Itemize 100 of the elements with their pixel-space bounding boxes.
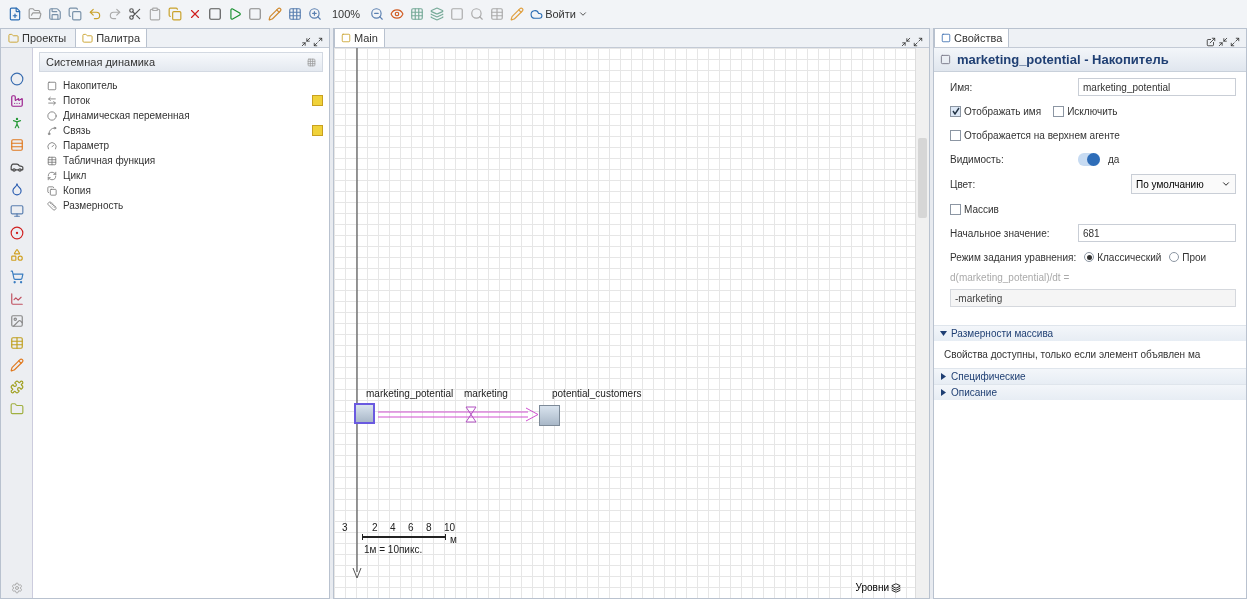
checkbox[interactable]	[950, 203, 961, 215]
palette-item[interactable]: Цикл	[63, 170, 87, 181]
maximize-icon[interactable]	[1230, 37, 1240, 47]
open-folder-icon[interactable]	[28, 7, 42, 21]
expanded-icon	[940, 330, 947, 337]
panel-tab[interactable]: Палитра	[75, 28, 147, 47]
scrollbar[interactable]	[915, 48, 929, 598]
zoom-out-icon[interactable]	[370, 7, 385, 21]
checkbox[interactable]	[1053, 105, 1065, 117]
zoom-level[interactable]: 100%	[328, 8, 365, 20]
table-icon	[47, 155, 57, 166]
equation-field[interactable]: -marketing	[950, 289, 1236, 307]
scale-tick-label: 4	[390, 522, 396, 533]
maximize-icon[interactable]	[913, 37, 923, 47]
login-button[interactable]: Войти	[530, 7, 588, 21]
table-icon[interactable]	[490, 7, 505, 21]
folder-icon	[82, 32, 94, 44]
stock-label: marketing_potential	[366, 388, 454, 399]
field-label: Начальное значение:	[950, 227, 1051, 239]
copy-icon	[47, 185, 57, 196]
flow-arrow[interactable]	[378, 406, 539, 423]
minimize-icon[interactable]	[301, 37, 311, 47]
panel-tab[interactable]: Свойства	[934, 28, 1010, 47]
run-icon[interactable]	[228, 7, 242, 21]
editor-tab[interactable]: Main	[334, 28, 385, 47]
flow-label: marketing	[464, 388, 508, 399]
layers-icon	[891, 582, 901, 593]
undo-icon[interactable]	[88, 7, 102, 21]
checkbox-label: Отображать имя	[964, 105, 1042, 117]
copy-icon[interactable]	[68, 7, 82, 21]
minimize-icon[interactable]	[901, 37, 911, 47]
frame-icon[interactable]	[450, 7, 465, 21]
section-header[interactable]: Размерности массива	[934, 325, 1246, 341]
diagram-canvas[interactable]: marketing_potential marketing potential_customers 3 2 4 6 8 10 м 1м = 10пикс. Уровни	[334, 48, 915, 598]
view-icon[interactable]	[410, 7, 425, 21]
palette-item[interactable]: Табличная функция	[63, 155, 156, 166]
stop-icon[interactable]	[248, 7, 262, 21]
stock-icon	[47, 80, 57, 91]
palette-item[interactable]: Параметр	[63, 140, 110, 151]
input-field[interactable]: 681	[1078, 224, 1236, 242]
palette-item[interactable]: Размерность	[63, 200, 124, 211]
field-label: Цвет:	[950, 178, 977, 190]
palette-item[interactable]: Динамическая переменная	[63, 110, 190, 121]
shortcut-icon[interactable]	[312, 95, 323, 106]
clipboard-icon[interactable]	[148, 7, 162, 21]
palette-item[interactable]: Связь	[63, 125, 91, 136]
checkbox-label: Отображается на верхнем агенте	[964, 129, 1120, 141]
export-icon[interactable]	[1206, 37, 1216, 47]
variable-icon	[47, 110, 57, 121]
scissors-icon[interactable]	[128, 7, 142, 21]
palette-title: Системная динамика	[46, 56, 156, 68]
field-label: Режим задания уравнения:	[950, 251, 1077, 263]
zoom-in-icon[interactable]	[308, 7, 322, 21]
grid-icon[interactable]	[288, 7, 302, 21]
stock-icon	[940, 54, 951, 65]
checkbox-label: Массив	[964, 203, 999, 215]
paste-icon[interactable]	[168, 7, 182, 21]
checkbox[interactable]	[950, 105, 961, 117]
palette-item[interactable]: Поток	[63, 95, 90, 106]
pencil-icon[interactable]	[268, 7, 282, 21]
delete-icon[interactable]	[188, 7, 202, 21]
collapsed-icon	[940, 373, 947, 380]
cloud-icon	[530, 7, 544, 21]
scale-caption: 1м = 10пикс.	[364, 544, 423, 555]
layers-icon[interactable]	[430, 7, 445, 21]
section-header[interactable]: Специфические	[934, 368, 1246, 384]
checkbox-label: Исключить	[1067, 105, 1118, 117]
field-label: Имя:	[950, 81, 974, 93]
loop-icon	[47, 170, 57, 181]
collapsed-icon	[940, 389, 947, 396]
save-icon[interactable]	[48, 7, 62, 21]
link-icon	[47, 125, 57, 136]
redo-icon[interactable]	[108, 7, 122, 21]
marker-icon[interactable]	[510, 7, 525, 21]
maximize-icon[interactable]	[313, 37, 323, 47]
palette-item[interactable]: Копия	[63, 185, 91, 196]
properties-icon	[941, 33, 951, 43]
minimize-icon[interactable]	[1218, 37, 1228, 47]
diagram-icon	[341, 33, 351, 43]
new-file-icon[interactable]	[8, 7, 22, 21]
settings-icon[interactable]	[10, 582, 23, 594]
palette-item[interactable]: Накопитель	[63, 80, 118, 91]
shortcut-icon[interactable]	[312, 125, 323, 136]
field-label: Видимость:	[950, 153, 1005, 165]
panel-tab[interactable]: Проекты	[1, 28, 74, 47]
search-icon[interactable]	[470, 7, 485, 21]
section-text: Свойства доступны, только если элемент объявлен ма	[943, 348, 1202, 362]
radio-label: Прои	[1182, 251, 1207, 263]
checkbox[interactable]	[950, 129, 961, 141]
layers-button[interactable]: Уровни	[849, 581, 907, 594]
stock-node[interactable]	[354, 403, 375, 424]
scale-tick-label: 10	[444, 522, 456, 533]
scale-tick-label: 8	[426, 522, 432, 533]
toggle-switch[interactable]	[1078, 152, 1100, 166]
color-dropdown[interactable]: По умолчанию	[1131, 174, 1236, 194]
flow-icon	[47, 95, 57, 106]
dimension-icon	[47, 200, 57, 211]
input-field[interactable]: marketing_potential	[1078, 78, 1236, 96]
section-header[interactable]: Описание	[934, 384, 1246, 400]
stock-node[interactable]	[539, 405, 560, 426]
